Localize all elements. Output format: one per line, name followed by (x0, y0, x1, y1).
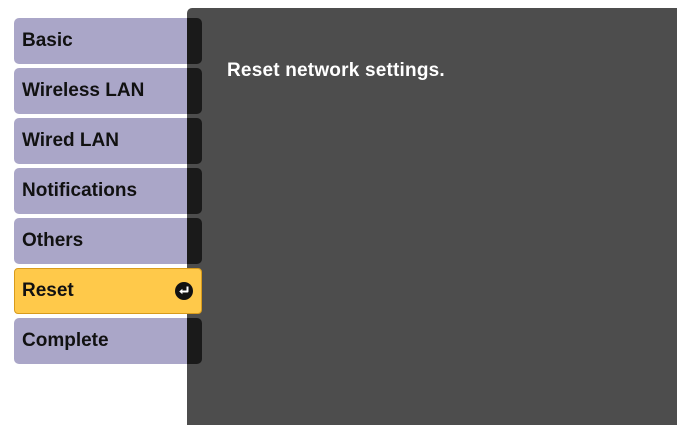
enter-icon (175, 282, 193, 300)
menu-item-basic[interactable]: Basic (14, 18, 202, 64)
menu-item-reset[interactable]: Reset (14, 268, 202, 314)
menu-item-notifications[interactable]: Notifications (14, 168, 202, 214)
menu-item-label: Reset (22, 280, 74, 301)
menu-item-complete[interactable]: Complete (14, 318, 202, 364)
main-panel: Reset network settings. (187, 8, 677, 425)
settings-menu: Basic Wireless LAN Wired LAN Notificatio… (14, 18, 202, 368)
menu-item-wireless-lan[interactable]: Wireless LAN (14, 68, 202, 114)
menu-item-label: Notifications (22, 180, 138, 201)
menu-item-others[interactable]: Others (14, 218, 202, 264)
menu-item-label: Complete (22, 330, 109, 351)
network-settings-screen: Reset network settings. Basic Wireless L… (0, 0, 677, 425)
panel-message: Reset network settings. (227, 60, 445, 81)
menu-item-label: Wired LAN (22, 130, 119, 151)
menu-item-label: Basic (22, 30, 73, 51)
menu-item-wired-lan[interactable]: Wired LAN (14, 118, 202, 164)
menu-item-label: Others (22, 230, 84, 251)
menu-item-label: Wireless LAN (22, 80, 145, 101)
